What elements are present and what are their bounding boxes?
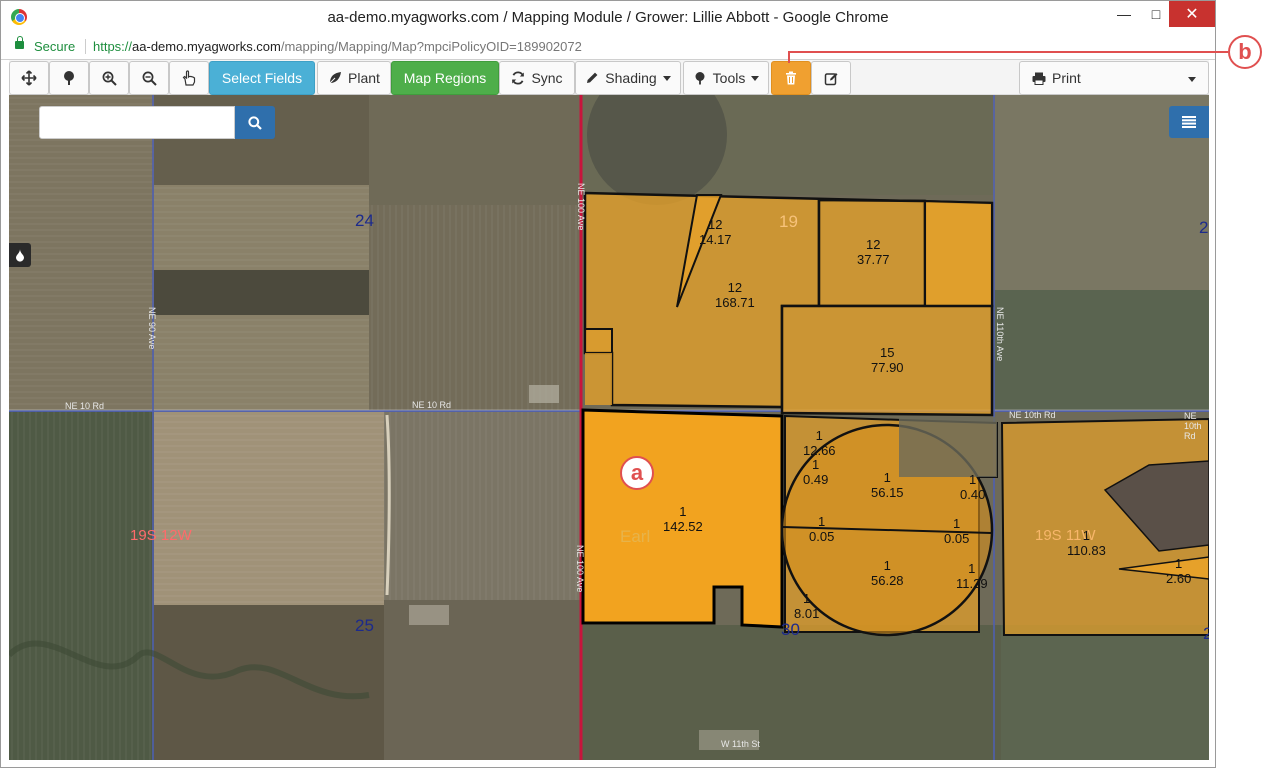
field-label: 1 0.40 — [960, 472, 986, 502]
edit-button[interactable] — [811, 61, 851, 95]
delete-button[interactable] — [771, 61, 811, 95]
minimize-button[interactable]: — — [1107, 1, 1141, 27]
url-scheme: https:// — [93, 39, 133, 54]
close-button[interactable]: ✕ — [1169, 1, 1215, 27]
road-label: NE 100 Ave — [575, 545, 585, 593]
edit-icon — [824, 72, 837, 85]
road-label: NE 10th Rd — [1184, 411, 1202, 441]
sync-button[interactable]: Sync — [499, 61, 575, 95]
sync-label: Sync — [531, 70, 563, 86]
zoom-in-button[interactable] — [89, 61, 129, 95]
window-title: aa-demo.myagworks.com / Mapping Module /… — [327, 9, 889, 26]
road-label: NE 10 Rd — [412, 400, 452, 410]
field-label: 1 56.28 — [871, 558, 904, 588]
lock-icon — [15, 36, 24, 49]
drop-pin-button[interactable] — [9, 243, 31, 267]
callout-b-connector — [788, 51, 1228, 53]
print-label: Print — [1052, 70, 1081, 86]
print-dropdown[interactable]: Print — [1019, 61, 1209, 95]
callout-a: a — [620, 456, 654, 490]
field-label: 1 110.83 — [1067, 528, 1106, 558]
road-label: NE 10 Rd — [65, 401, 105, 411]
tree-button[interactable] — [49, 61, 89, 95]
section-number: 30 — [781, 620, 800, 639]
section-number: 19 — [779, 212, 798, 231]
browser-window: aa-demo.myagworks.com / Mapping Module /… — [0, 0, 1216, 768]
chevron-down-icon — [1188, 77, 1196, 82]
sync-icon — [512, 71, 525, 85]
map-canvas[interactable]: NE 10 Rd NE 10 Rd NE 10th Rd NE 10th Rd … — [9, 95, 1209, 760]
search-icon — [248, 115, 262, 130]
url-host: aa-demo.myagworks.com — [132, 39, 281, 54]
road-label: NE 90 Ave — [147, 307, 157, 350]
url-text[interactable]: https://aa-demo.myagworks.com/mapping/Ma… — [93, 39, 582, 54]
road-label: NE 100 Ave — [576, 183, 586, 231]
section-number: 25 — [355, 616, 374, 635]
callout-b: b — [1228, 35, 1262, 69]
address-bar[interactable]: Secure https://aa-demo.myagworks.com/map… — [1, 33, 1215, 60]
field-label: 1 142.52 — [663, 504, 703, 534]
tree-icon — [695, 72, 705, 85]
title-bar: aa-demo.myagworks.com / Mapping Module /… — [1, 1, 1215, 33]
satellite-imagery — [9, 95, 1209, 760]
zoom-out-button[interactable] — [129, 61, 169, 95]
field-label: 12 168.71 — [715, 280, 755, 310]
map-toolbar: Select Fields Plant Map Regions Sync Sha… — [9, 60, 1209, 95]
list-icon — [1182, 116, 1196, 128]
township-label: 19S 12W — [130, 527, 192, 544]
url-path: /mapping/Mapping/Map?mpciPolicyOID=18990… — [280, 39, 582, 54]
select-fields-button[interactable]: Select Fields — [209, 61, 315, 95]
field-label: 1 0.49 — [803, 457, 829, 487]
trash-icon — [786, 71, 796, 85]
road-label: W 11th St — [721, 739, 760, 749]
tree-icon — [64, 71, 74, 85]
callout-b-connector-tick — [788, 51, 790, 63]
field-label: 1 0.05 — [944, 516, 970, 546]
shading-dropdown[interactable]: Shading — [575, 61, 681, 95]
maximize-button[interactable]: □ — [1139, 1, 1173, 27]
chevron-down-icon — [751, 75, 760, 81]
pan-button[interactable] — [9, 61, 49, 95]
move-icon — [21, 70, 37, 86]
leaf-icon — [328, 72, 342, 85]
field-label: 1 11.29 — [956, 561, 988, 591]
tools-label: Tools — [712, 70, 746, 86]
address-divider — [85, 39, 86, 54]
hand-button[interactable] — [169, 61, 209, 95]
zoom-in-icon — [102, 71, 117, 86]
plant-button[interactable]: Plant — [317, 61, 391, 95]
section-number: 2 — [1199, 218, 1209, 237]
plant-label: Plant — [348, 70, 380, 86]
road-label: NE 10th Rd — [1009, 410, 1056, 420]
printer-icon — [1032, 72, 1046, 85]
field-label: 15 77.90 — [871, 345, 904, 375]
road-label: NE 110th Ave — [995, 307, 1005, 362]
field-label: 1 56.15 — [871, 470, 904, 500]
chevron-down-icon — [662, 75, 671, 81]
secure-label: Secure — [34, 39, 76, 54]
water-drop-icon — [16, 248, 24, 262]
zoom-out-icon — [142, 71, 157, 86]
tools-dropdown[interactable]: Tools — [683, 61, 769, 95]
hand-pointer-icon — [182, 70, 196, 86]
field-label: 12 37.77 — [857, 237, 890, 267]
map-regions-button[interactable]: Map Regions — [391, 61, 499, 95]
layers-menu-button[interactable] — [1169, 106, 1209, 138]
field-label: 1 8.01 — [794, 591, 820, 621]
field-label: 1 12.66 — [803, 428, 836, 458]
pencil-icon — [587, 72, 598, 83]
place-name-label: Earl — [620, 527, 651, 546]
section-number: 24 — [355, 211, 374, 230]
section-number: 2 — [1203, 624, 1209, 643]
map-search-input[interactable] — [39, 106, 235, 139]
shading-label: Shading — [605, 70, 657, 86]
search-button[interactable] — [235, 106, 275, 139]
field-label: 1 0.05 — [809, 514, 835, 544]
field-label: 12 14.17 — [699, 217, 732, 247]
field-label: 1 2.60 — [1166, 556, 1192, 586]
